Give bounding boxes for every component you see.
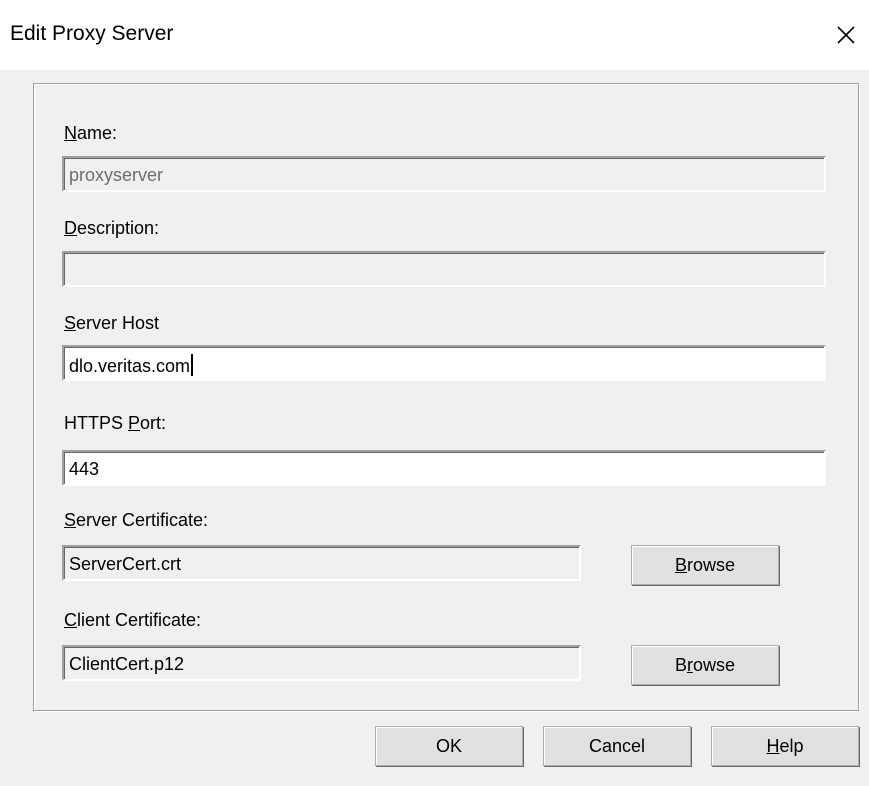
browse-client-certificate-button[interactable]: Br owse: [631, 645, 779, 685]
server-certificate-value: ServerCert.crt: [69, 554, 182, 574]
description-field[interactable]: [62, 251, 826, 287]
name-label: Name:: [64, 123, 118, 143]
close-icon: [837, 26, 855, 44]
title-bar: Edit Proxy Server: [0, 0, 869, 70]
client-certificate-field[interactable]: ClientCert.p12: [62, 645, 581, 681]
edit-proxy-server-dialog: Edit Proxy Server Name: proxyserver Desc…: [0, 0, 869, 786]
text-caret: [191, 354, 194, 376]
ok-button[interactable]: OK: [375, 726, 523, 766]
description-label: Description:: [64, 218, 160, 238]
name-field[interactable]: proxyserver: [62, 156, 826, 192]
name-value: proxyserver: [69, 165, 164, 185]
https-port-input[interactable]: 443: [62, 450, 826, 486]
client-certificate-label: Client Certificate:: [64, 610, 202, 630]
window-title: Edit Proxy Server: [10, 22, 174, 45]
close-button[interactable]: [823, 12, 869, 58]
https-port-label: HTTPS Port:: [64, 413, 167, 433]
server-certificate-label: Server Certificate:: [64, 510, 209, 530]
browse-server-certificate-button[interactable]: Browse: [631, 545, 779, 585]
cancel-button[interactable]: Cancel: [543, 726, 691, 766]
help-button[interactable]: Help: [711, 726, 859, 766]
client-certificate-value: ClientCert.p12: [69, 654, 185, 674]
server-host-input[interactable]: dlo.veritas.com: [62, 345, 826, 381]
https-port-value: 443: [69, 459, 100, 479]
server-host-label: Server Host: [64, 313, 160, 333]
server-host-value: dlo.veritas.com: [69, 356, 191, 376]
server-certificate-field[interactable]: ServerCert.crt: [62, 545, 581, 581]
